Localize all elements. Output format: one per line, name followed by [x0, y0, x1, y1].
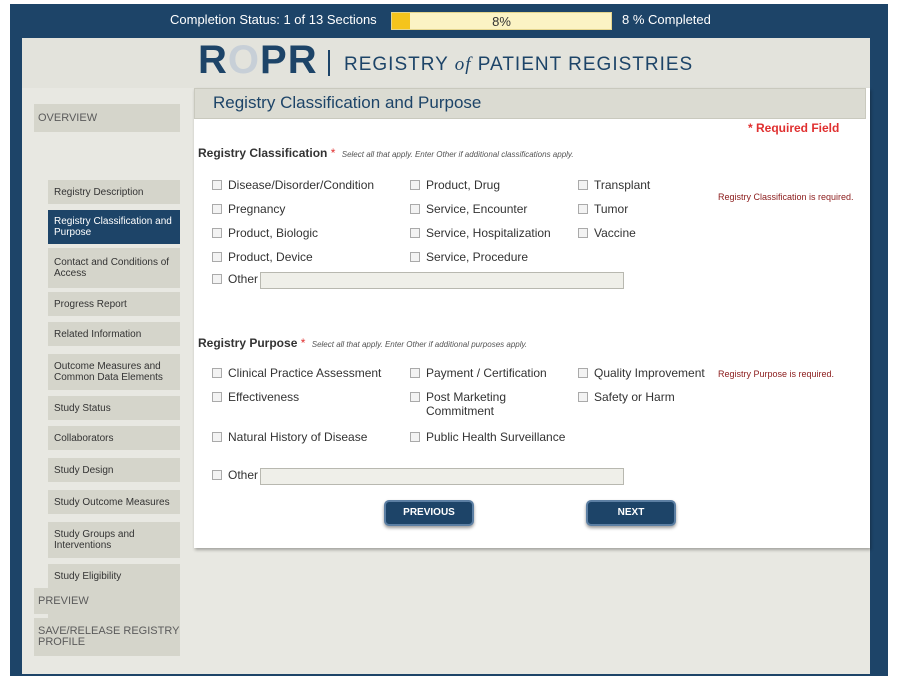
sidebar-item[interactable]: Contact and Conditions of Access	[48, 248, 180, 288]
sidebar-item[interactable]: Study Outcome Measures	[48, 490, 180, 514]
sidebar-item[interactable]: Progress Report	[48, 292, 180, 316]
checkbox-box[interactable]	[410, 368, 420, 378]
main-area: ROPR REGISTRY of PATIENT REGISTRIES OVER…	[22, 38, 870, 674]
classification-checkbox[interactable]: Service, Hospitalization	[410, 226, 551, 240]
classification-checkbox[interactable]: Disease/Disorder/Condition	[212, 178, 374, 192]
sidebar-preview[interactable]: PREVIEW	[34, 588, 180, 614]
purpose-checkbox[interactable]: Natural History of Disease	[212, 430, 367, 444]
sidebar-save-release[interactable]: SAVE/RELEASE REGISTRY PROFILE	[34, 618, 180, 656]
sidebar-item[interactable]: Outcome Measures and Common Data Element…	[48, 354, 180, 390]
purpose-checkbox[interactable]: Clinical Practice Assessment	[212, 366, 381, 380]
content-panel: Registry Classification and Purpose * Re…	[194, 88, 870, 548]
classification-other-checkbox[interactable]: Other	[212, 272, 258, 286]
checkbox-box[interactable]	[410, 204, 420, 214]
classification-checkbox[interactable]: Product, Biologic	[212, 226, 318, 240]
purpose-checkbox[interactable]: Safety or Harm	[578, 390, 675, 404]
sidebar-item[interactable]: Related Information	[48, 322, 180, 346]
next-button[interactable]: NEXT	[586, 500, 676, 526]
classification-checkbox[interactable]: Service, Procedure	[410, 250, 528, 264]
purpose-error: Registry Purpose is required.	[718, 369, 835, 379]
sidebar-item[interactable]: Registry Classification and Purpose	[48, 210, 180, 244]
classification-checkbox[interactable]: Vaccine	[578, 226, 636, 240]
page-title: Registry Classification and Purpose	[194, 88, 866, 119]
sidebar-item[interactable]: Study Groups and Interventions	[48, 522, 180, 558]
classification-error: Registry Classification is required.	[718, 192, 854, 202]
checkbox-box[interactable]	[578, 228, 588, 238]
checkbox-box[interactable]	[410, 252, 420, 262]
logo-divider	[328, 50, 330, 76]
logo-subtitle: REGISTRY of PATIENT REGISTRIES	[344, 54, 694, 75]
classification-checkbox[interactable]: Tumor	[578, 202, 628, 216]
classification-label: Registry Classification * Select all tha…	[198, 146, 574, 160]
previous-button[interactable]: PREVIOUS	[384, 500, 474, 526]
checkbox-box[interactable]	[578, 204, 588, 214]
checkbox-box[interactable]	[212, 252, 222, 262]
checkbox-box[interactable]	[212, 204, 222, 214]
purpose-checkbox[interactable]: Effectiveness	[212, 390, 299, 404]
ropr-logo: ROPR	[198, 38, 318, 82]
checkbox-box[interactable]	[578, 180, 588, 190]
checkbox-box[interactable]	[212, 180, 222, 190]
classification-checkbox[interactable]: Pregnancy	[212, 202, 285, 216]
purpose-other-input[interactable]	[260, 468, 624, 485]
classification-checkbox[interactable]: Product, Device	[212, 250, 313, 264]
checkbox-box[interactable]	[212, 368, 222, 378]
checkbox-box[interactable]	[212, 432, 222, 442]
completion-progress-bar: 8%	[391, 12, 612, 30]
progress-percent: 8%	[492, 14, 511, 29]
checkbox-box[interactable]	[578, 368, 588, 378]
purpose-checkbox[interactable]: Quality Improvement	[578, 366, 705, 380]
checkbox-box[interactable]	[212, 274, 222, 284]
sidebar-item[interactable]: Registry Description	[48, 180, 180, 204]
purpose-checkbox[interactable]: Payment / Certification	[410, 366, 547, 380]
checkbox-box[interactable]	[410, 228, 420, 238]
purpose-checkbox[interactable]: Public Health Surveillance	[410, 430, 565, 444]
completion-status-bar: Completion Status: 1 of 13 Sections 8% 8…	[10, 4, 888, 37]
checkbox-box[interactable]	[212, 392, 222, 402]
sidebar-overview[interactable]: OVERVIEW	[34, 104, 180, 132]
classification-other-input[interactable]	[260, 272, 624, 289]
checkbox-box[interactable]	[212, 470, 222, 480]
classification-checkbox[interactable]: Transplant	[578, 178, 650, 192]
checkbox-box[interactable]	[578, 392, 588, 402]
checkbox-box[interactable]	[410, 432, 420, 442]
page-frame: Completion Status: 1 of 13 Sections 8% 8…	[10, 4, 888, 676]
sidebar-item[interactable]: Study Eligibility	[48, 564, 180, 588]
required-field-note: * Required Field	[748, 121, 840, 135]
completed-text: 8 % Completed	[622, 12, 711, 27]
purpose-checkbox[interactable]: Post Marketing Commitment	[410, 390, 550, 418]
site-header: ROPR REGISTRY of PATIENT REGISTRIES	[22, 38, 870, 88]
purpose-other-checkbox[interactable]: Other	[212, 468, 258, 482]
checkbox-box[interactable]	[212, 228, 222, 238]
checkbox-box[interactable]	[410, 180, 420, 190]
completion-status-label: Completion Status: 1 of 13 Sections	[170, 12, 377, 27]
sidebar-item[interactable]: Study Status	[48, 396, 180, 420]
classification-checkbox[interactable]: Service, Encounter	[410, 202, 527, 216]
purpose-label: Registry Purpose * Select all that apply…	[198, 336, 528, 350]
classification-checkbox[interactable]: Product, Drug	[410, 178, 500, 192]
sidebar-item[interactable]: Study Design	[48, 458, 180, 482]
sidebar-item[interactable]: Collaborators	[48, 426, 180, 450]
checkbox-box[interactable]	[410, 392, 420, 402]
